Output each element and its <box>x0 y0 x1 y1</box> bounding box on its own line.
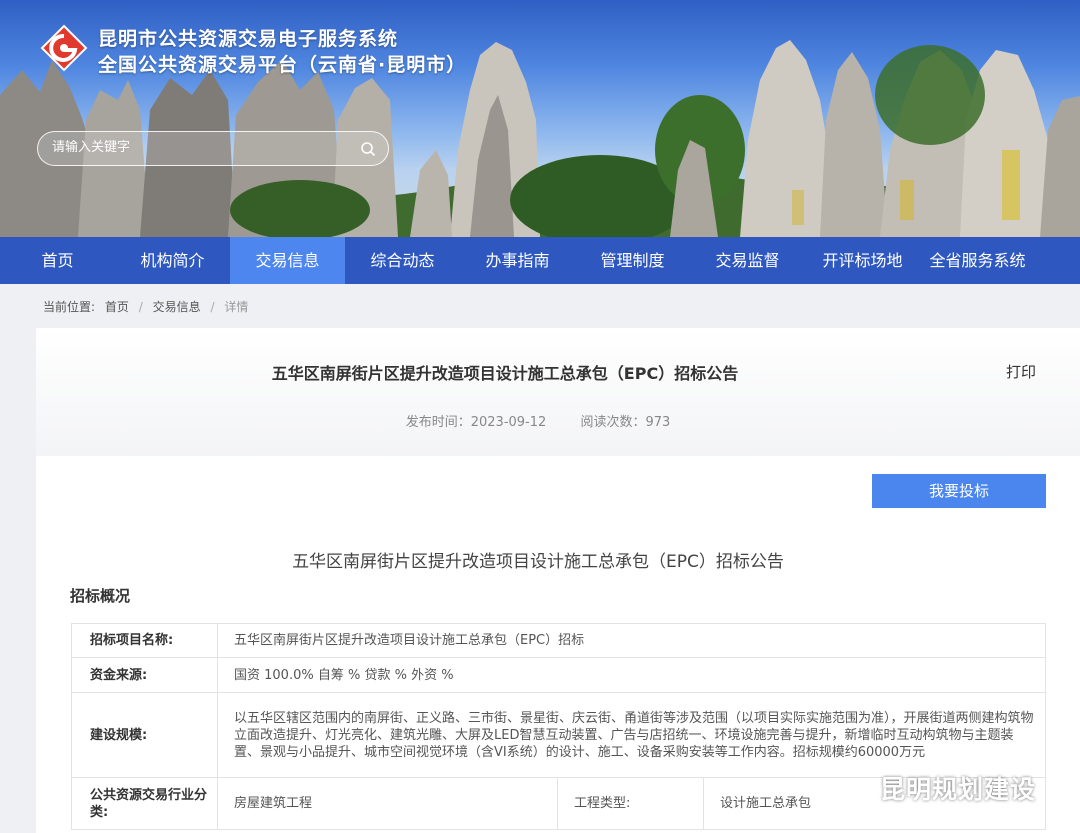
print-button[interactable]: 打印 <box>1006 361 1036 382</box>
site-banner: 昆明市公共资源交易电子服务系统 全国公共资源交易平台（云南省·昆明市） <box>0 0 1080 237</box>
site-title-line2: 全国公共资源交易平台（云南省·昆明市） <box>98 54 467 76</box>
section-title: 招标概况 <box>70 587 131 605</box>
search-icon[interactable] <box>360 141 376 157</box>
table-row: 资金来源: 国资 100.0% 自筹 % 贷款 % 外资 % <box>71 657 1046 693</box>
view-count: 阅读次数：973 <box>580 415 671 430</box>
nav-item-news[interactable]: 综合动态 <box>345 237 460 284</box>
watermark: 昆明规划建设 <box>836 770 1036 806</box>
nav-item-rules[interactable]: 管理制度 <box>575 237 690 284</box>
site-title: 昆明市公共资源交易电子服务系统 全国公共资源交易平台（云南省·昆明市） <box>98 26 466 78</box>
logo-icon <box>40 24 88 72</box>
breadcrumb-current: 详情 <box>224 300 249 314</box>
nav-item-trade-info[interactable]: 交易信息 <box>230 237 345 284</box>
publish-time: 发布时间：2023-09-12 <box>405 415 547 430</box>
search-input[interactable] <box>52 140 352 155</box>
breadcrumb-home[interactable]: 首页 <box>105 300 129 314</box>
article-header: 五华区南屏街片区提升改造项目设计施工总承包（EPC）招标公告 打印 发布时间：2… <box>36 328 1080 456</box>
table-key: 公共资源交易行业分类: <box>71 777 218 830</box>
table-value: 国资 100.0% 自筹 % 贷款 % 外资 % <box>217 657 1046 693</box>
breadcrumb-trade-info[interactable]: 交易信息 <box>153 300 201 314</box>
nav-item-venue[interactable]: 开评标场地 <box>805 237 920 284</box>
breadcrumb: 当前位置: 首页 / 交易信息 / 详情 <box>43 298 254 315</box>
bid-button[interactable]: 我要投标 <box>872 474 1046 508</box>
table-key: 招标项目名称: <box>71 623 218 658</box>
table-key: 建设规模: <box>71 692 218 778</box>
wechat-icon <box>837 779 873 803</box>
article-meta: 发布时间：2023-09-12 阅读次数：973 <box>36 411 1080 430</box>
breadcrumb-separator: / <box>138 300 143 314</box>
search-box <box>37 131 389 166</box>
table-key: 工程类型: <box>557 777 704 830</box>
breadcrumb-separator: / <box>210 300 215 314</box>
nav-item-province[interactable]: 全省服务系统 <box>920 237 1035 284</box>
nav-item-supervision[interactable]: 交易监督 <box>690 237 805 284</box>
article-title: 五华区南屏街片区提升改造项目设计施工总承包（EPC）招标公告 <box>271 364 739 383</box>
main-nav: 首页 机构简介 交易信息 综合动态 办事指南 管理制度 交易监督 开评标场地 全… <box>0 237 1080 284</box>
table-value: 五华区南屏街片区提升改造项目设计施工总承包（EPC）招标 <box>217 623 1046 658</box>
document-title: 五华区南屏街片区提升改造项目设计施工总承包（EPC）招标公告 <box>292 552 784 572</box>
watermark-text: 昆明规划建设 <box>880 775 1037 804</box>
nav-item-home[interactable]: 首页 <box>0 237 115 284</box>
nav-item-about[interactable]: 机构简介 <box>115 237 230 284</box>
table-value: 以五华区辖区范围内的南屏街、正义路、三市街、景星街、庆云街、甬道街等涉及范围（以… <box>217 692 1046 778</box>
site-title-line1: 昆明市公共资源交易电子服务系统 <box>98 28 399 50</box>
table-value: 房屋建筑工程 <box>217 777 558 830</box>
table-key: 资金来源: <box>71 657 218 693</box>
table-row: 建设规模: 以五华区辖区范围内的南屏街、正义路、三市街、景星街、庆云街、甬道街等… <box>71 692 1046 778</box>
table-row: 招标项目名称: 五华区南屏街片区提升改造项目设计施工总承包（EPC）招标 <box>71 623 1046 658</box>
breadcrumb-label: 当前位置: <box>43 300 96 314</box>
nav-item-guide[interactable]: 办事指南 <box>460 237 575 284</box>
